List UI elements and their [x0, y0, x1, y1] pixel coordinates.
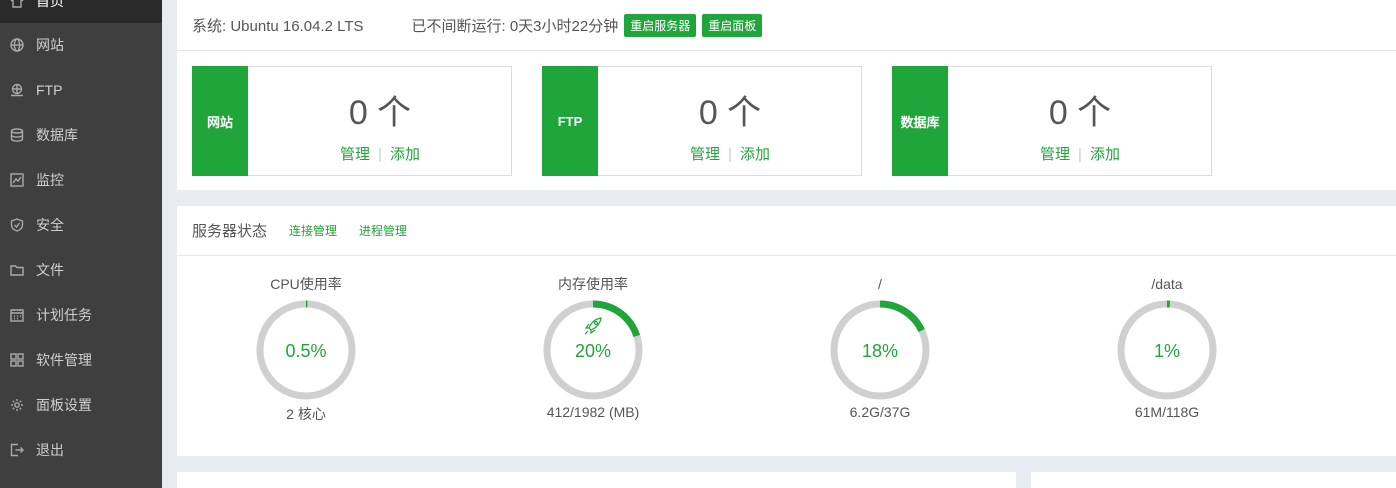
- link-separator: |: [728, 146, 732, 163]
- gauge-detail: 6.2G/37G: [849, 404, 911, 420]
- database-count-card: 数据库 0 个 管理 | 添加: [892, 66, 1212, 176]
- sidebar-item-files[interactable]: 文件: [0, 247, 162, 292]
- root-disk-gauge[interactable]: / 18% 6.2G/37G: [800, 274, 960, 444]
- gauge-percent: 18%: [862, 341, 898, 361]
- sidebar-item-label: 首页: [36, 0, 64, 9]
- sidebar-item-label: 文件: [36, 261, 64, 278]
- card-links: 管理 | 添加: [599, 143, 861, 164]
- server-status-header: 服务器状态 连接管理 进程管理: [177, 206, 1396, 256]
- sidebar-item-security[interactable]: 安全: [0, 202, 162, 247]
- gauge-label: CPU使用率: [270, 276, 342, 292]
- sidebar-item-label: FTP: [36, 81, 63, 98]
- card-tag: 数据库: [892, 66, 948, 176]
- gauge-detail: 61M/118G: [1134, 404, 1200, 420]
- sidebar-item-ftp[interactable]: FTP: [0, 67, 162, 112]
- ftp-count-card: FTP 0 个 管理 | 添加: [542, 66, 862, 176]
- manage-website-link[interactable]: 管理: [340, 146, 370, 163]
- connection-manage-link[interactable]: 连接管理: [289, 222, 337, 239]
- sidebar-item-label: 面板设置: [36, 396, 92, 413]
- sidebar-item-label: 数据库: [36, 126, 78, 143]
- home-icon: [10, 0, 24, 8]
- calendar-icon: [10, 308, 24, 322]
- gauge-ring: 20%: [543, 300, 643, 400]
- database-icon: [10, 127, 24, 142]
- gauge-label: /data: [1151, 276, 1183, 292]
- memory-gauge[interactable]: 内存使用率 20% 412/1982 (MB): [513, 274, 673, 444]
- server-status-panel: 服务器状态 连接管理 进程管理 CPU使用率 0.5% 2 核心 内存使用率 2…: [177, 206, 1396, 456]
- grid-icon: [10, 352, 24, 367]
- server-status-title: 服务器状态: [192, 223, 268, 240]
- card-count: 0 个: [1048, 94, 1112, 132]
- system-uptime: 已不间断运行: 0天3小时22分钟: [411, 17, 619, 35]
- gauge-ring: 0.5%: [256, 300, 356, 400]
- card-count: 0 个: [348, 94, 412, 132]
- bottom-left-panel: [177, 472, 1016, 488]
- system-info-bar: 系统: Ubuntu 16.04.2 LTS 已不间断运行: 0天3小时22分钟…: [177, 0, 1396, 51]
- data-disk-gauge[interactable]: /data 1% 61M/118G: [1087, 274, 1247, 444]
- card-count: 0 个: [698, 94, 762, 132]
- sidebar-item-label: 网站: [36, 36, 64, 53]
- sidebar: 首页 网站 FTP 数据库 监控 安全 文件 计划任务 软件管理 面板设置 退出: [0, 0, 162, 488]
- card-tag: FTP: [542, 66, 598, 176]
- sidebar-item-monitor[interactable]: 监控: [0, 157, 162, 202]
- overview-panel: 系统: Ubuntu 16.04.2 LTS 已不间断运行: 0天3小时22分钟…: [177, 0, 1396, 190]
- sidebar-item-label: 软件管理: [36, 351, 92, 368]
- manage-ftp-link[interactable]: 管理: [690, 146, 720, 163]
- sidebar-item-home[interactable]: 首页: [0, 0, 162, 23]
- gauge-detail: 2 核心: [286, 406, 326, 422]
- gauge-percent: 0.5%: [285, 341, 326, 361]
- shield-icon: [10, 217, 24, 232]
- gauge-percent: 20%: [575, 341, 611, 361]
- gauge-label: 内存使用率: [558, 276, 628, 292]
- link-separator: |: [1078, 146, 1082, 163]
- rocket-icon[interactable]: [584, 317, 602, 335]
- globe-icon: [10, 37, 24, 52]
- gauge-ring: 1%: [1117, 300, 1217, 400]
- sidebar-item-software[interactable]: 软件管理: [0, 337, 162, 382]
- logout-icon: [10, 443, 24, 457]
- add-ftp-link[interactable]: 添加: [740, 146, 770, 163]
- sidebar-item-label: 退出: [36, 441, 64, 458]
- gauge-detail: 412/1982 (MB): [546, 404, 640, 420]
- website-count-card: 网站 0 个 管理 | 添加: [192, 66, 512, 176]
- sidebar-item-database[interactable]: 数据库: [0, 112, 162, 157]
- gear-icon: [10, 398, 24, 412]
- card-links: 管理 | 添加: [249, 143, 511, 164]
- add-website-link[interactable]: 添加: [390, 146, 420, 163]
- gauge-label: /: [878, 276, 882, 292]
- gauge-percent: 1%: [1154, 341, 1180, 361]
- add-database-link[interactable]: 添加: [1090, 146, 1120, 163]
- process-manage-link[interactable]: 进程管理: [359, 222, 407, 239]
- sidebar-item-label: 监控: [36, 171, 64, 188]
- ftp-icon: [10, 83, 24, 97]
- manage-database-link[interactable]: 管理: [1040, 146, 1070, 163]
- card-links: 管理 | 添加: [949, 143, 1211, 164]
- sidebar-item-label: 计划任务: [36, 306, 92, 323]
- sidebar-item-settings[interactable]: 面板设置: [0, 382, 162, 427]
- folder-icon: [10, 263, 24, 277]
- bottom-right-panel: [1031, 472, 1396, 488]
- cpu-gauge[interactable]: CPU使用率 0.5% 2 核心: [226, 274, 386, 444]
- sidebar-item-cron[interactable]: 计划任务: [0, 292, 162, 337]
- system-os: 系统: Ubuntu 16.04.2 LTS: [192, 17, 364, 35]
- restart-panel-button[interactable]: 重启面板: [702, 13, 763, 37]
- link-separator: |: [378, 146, 382, 163]
- sidebar-item-logout[interactable]: 退出: [0, 427, 162, 472]
- gauge-ring: 18%: [830, 300, 930, 400]
- card-tag: 网站: [192, 66, 248, 176]
- monitor-icon: [10, 172, 24, 187]
- restart-server-button[interactable]: 重启服务器: [624, 13, 697, 37]
- sidebar-item-label: 安全: [36, 216, 64, 233]
- sidebar-item-website[interactable]: 网站: [0, 22, 162, 67]
